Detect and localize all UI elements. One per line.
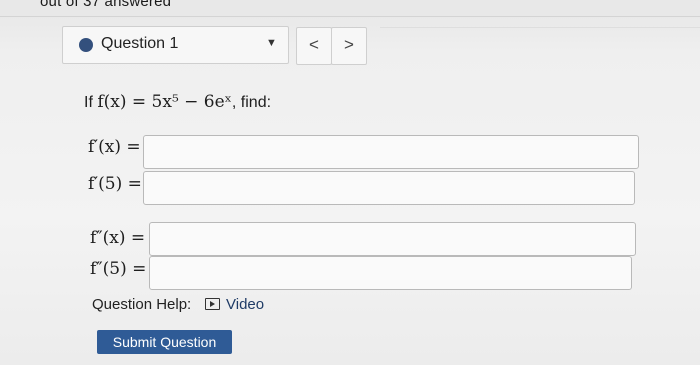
answered-count-text: out of 37 answered <box>40 0 172 10</box>
video-icon <box>205 298 220 310</box>
second-derivative-input[interactable] <box>149 222 636 256</box>
problem-intro: If <box>84 94 93 111</box>
next-question-button[interactable]: > <box>331 27 367 65</box>
submit-question-button[interactable]: Submit Question <box>97 330 232 354</box>
divider <box>0 16 700 17</box>
problem-statement: If f(x) = 5x⁵ − 6eˣ, find: <box>84 92 271 112</box>
prev-question-button[interactable]: < <box>296 27 332 65</box>
question-help-label: Question Help: <box>92 296 192 313</box>
top-strip: out of 37 answered <box>0 0 700 16</box>
video-link-label: Video <box>226 296 265 313</box>
divider <box>380 27 700 28</box>
problem-equation: f(x) = 5x⁵ − 6eˣ <box>97 92 232 112</box>
first-derivative-label: f′(x) = <box>88 137 141 157</box>
status-dot-icon <box>79 38 93 52</box>
question-select-label: Question 1 <box>101 35 179 52</box>
question-select[interactable]: Question 1 ▼ <box>62 26 289 64</box>
second-derivative-label: f″(x) = <box>90 228 146 248</box>
second-derivative-at-5-label: f″(5) = <box>90 259 147 279</box>
problem-suffix: , find: <box>231 94 272 111</box>
first-derivative-input[interactable] <box>143 135 639 169</box>
first-derivative-at-5-input[interactable] <box>143 171 635 205</box>
caret-down-icon: ▼ <box>266 37 277 49</box>
second-derivative-at-5-input[interactable] <box>149 256 632 290</box>
first-derivative-at-5-label: f′(5) = <box>88 174 142 194</box>
video-link[interactable]: Video <box>205 296 264 313</box>
